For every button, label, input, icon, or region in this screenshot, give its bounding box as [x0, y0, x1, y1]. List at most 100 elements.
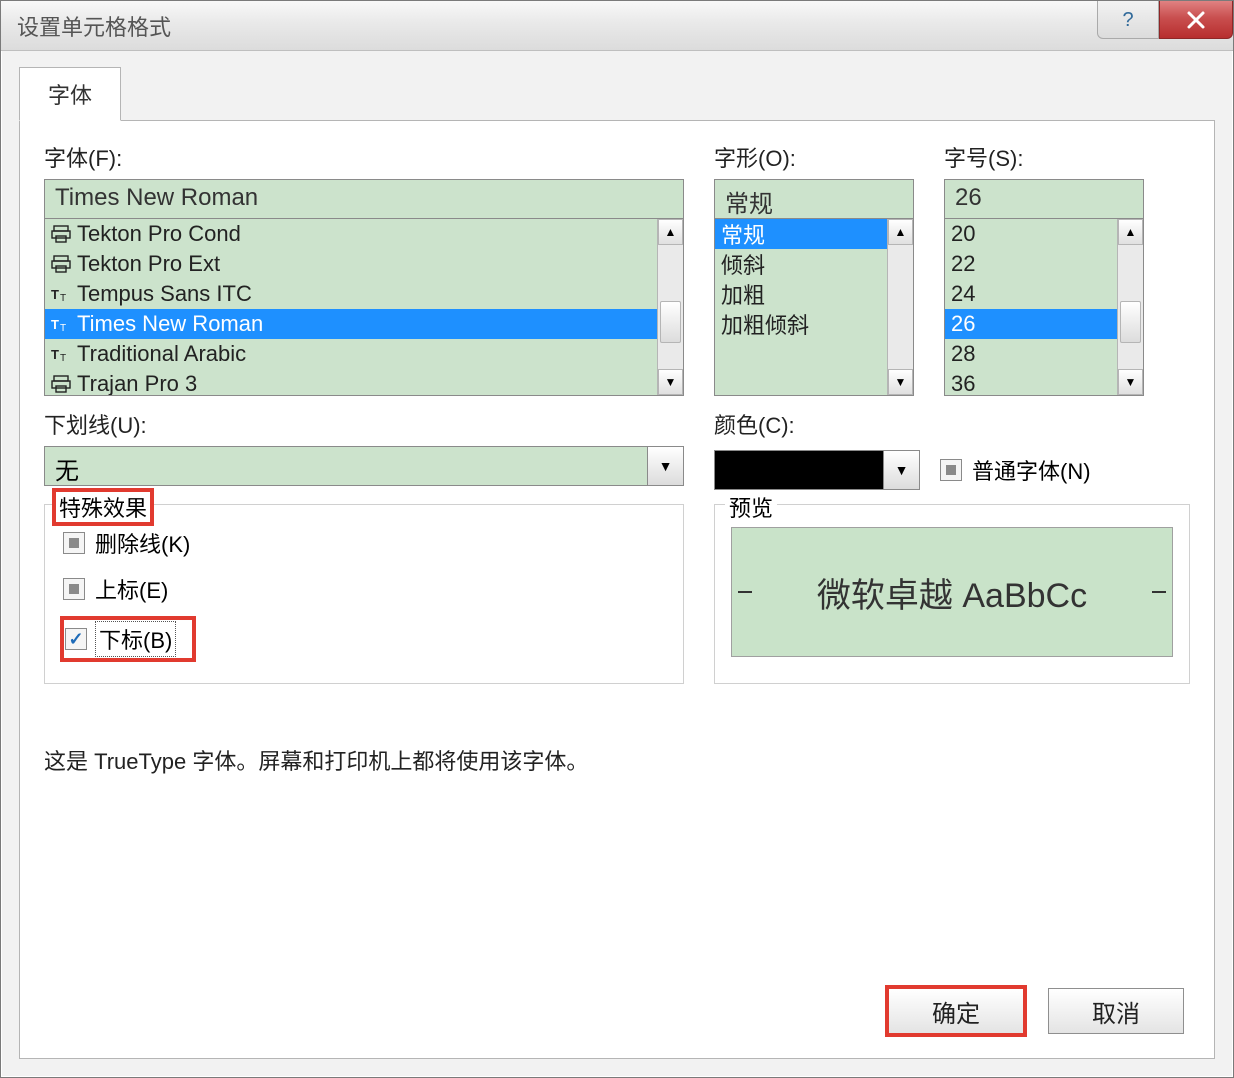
truetype-icon: TT — [51, 284, 71, 304]
list-item[interactable]: 加粗 — [715, 279, 887, 309]
list-item[interactable]: Tekton Pro Ext — [45, 249, 657, 279]
cancel-button[interactable]: 取消 — [1048, 988, 1184, 1034]
help-button[interactable]: ? — [1097, 1, 1159, 39]
scroll-thumb[interactable] — [660, 301, 681, 343]
subscript-checkbox[interactable]: 下标(B) — [63, 619, 193, 659]
preview-group: 预览 微软卓越 AaBbCc — [714, 504, 1190, 684]
font-input[interactable]: Times New Roman — [44, 179, 684, 219]
color-column: 颜色(C): ▼ 普通字体(N) — [714, 408, 1190, 490]
printer-icon — [51, 254, 71, 274]
list-item[interactable]: 28 — [945, 339, 1117, 369]
normal-font-label: 普通字体(N) — [972, 454, 1091, 486]
size-scrollbar[interactable]: ▲ ▼ — [1117, 219, 1143, 395]
font-scrollbar[interactable]: ▲ ▼ — [657, 219, 683, 395]
checkbox-icon — [940, 459, 962, 481]
svg-text:T: T — [60, 293, 66, 303]
list-item[interactable]: Tekton Pro Cond — [45, 219, 657, 249]
list-item[interactable]: 倾斜 — [715, 249, 887, 279]
list-item-label: 加粗倾斜 — [721, 308, 809, 340]
scroll-up-icon[interactable]: ▲ — [888, 219, 913, 245]
list-item-label: 26 — [951, 311, 975, 337]
scroll-down-icon[interactable]: ▼ — [888, 369, 913, 395]
checkbox-icon — [63, 532, 85, 554]
tabstrip: 字体 — [19, 67, 1215, 121]
button-row: 确定 取消 — [44, 988, 1190, 1038]
superscript-checkbox[interactable]: 上标(E) — [63, 573, 669, 605]
svg-text:T: T — [51, 317, 59, 332]
scroll-up-icon[interactable]: ▲ — [1118, 219, 1143, 245]
close-button[interactable] — [1159, 1, 1233, 39]
strikethrough-checkbox[interactable]: 删除线(K) — [63, 527, 669, 559]
list-item-label: Tempus Sans ITC — [77, 281, 252, 307]
subscript-label: 下标(B) — [97, 623, 174, 655]
svg-text:T: T — [51, 287, 59, 302]
list-item[interactable]: 36 — [945, 369, 1117, 395]
close-icon — [1185, 9, 1207, 31]
svg-text:T: T — [51, 347, 59, 362]
scroll-up-icon[interactable]: ▲ — [658, 219, 683, 245]
row-underline-color: 下划线(U): 无 ▼ 颜色(C): ▼ — [44, 408, 1190, 490]
list-item[interactable]: 常规 — [715, 219, 887, 249]
size-label: 字号(S): — [944, 141, 1144, 173]
svg-text:?: ? — [1122, 9, 1133, 31]
window-title: 设置单元格格式 — [17, 10, 171, 42]
font-listbox[interactable]: Tekton Pro CondTekton Pro ExtTTTempus Sa… — [44, 218, 684, 396]
list-item-label: 28 — [951, 341, 975, 367]
list-item[interactable]: 20 — [945, 219, 1117, 249]
list-item[interactable]: 24 — [945, 279, 1117, 309]
preview-box: 微软卓越 AaBbCc — [731, 527, 1173, 657]
truetype-icon: TT — [51, 314, 71, 334]
list-item-label: Times New Roman — [77, 311, 263, 337]
underline-combo[interactable]: 无 ▼ — [44, 446, 684, 486]
style-input[interactable]: 常规 — [714, 179, 914, 219]
style-label: 字形(O): — [714, 141, 914, 173]
tab-font[interactable]: 字体 — [19, 67, 121, 121]
underline-label: 下划线(U): — [44, 408, 684, 440]
list-item-label: Trajan Pro 3 — [77, 371, 197, 395]
dropdown-icon[interactable]: ▼ — [647, 447, 683, 485]
font-label: 字体(F): — [44, 141, 684, 173]
scroll-down-icon[interactable]: ▼ — [658, 369, 683, 395]
list-item-label: Traditional Arabic — [77, 341, 246, 367]
preview-title: 预览 — [725, 491, 777, 523]
svg-text:T: T — [60, 353, 66, 363]
dialog-body: 字体(F): Times New Roman Tekton Pro CondTe… — [19, 120, 1215, 1059]
dialog-content: 字体 字体(F): Times New Roman Tekton Pro Con… — [1, 51, 1233, 1077]
dialog-window: 设置单元格格式 ? 字体 字体(F): Times New Roman Tekt… — [0, 0, 1234, 1078]
svg-text:T: T — [60, 323, 66, 333]
underline-column: 下划线(U): 无 ▼ — [44, 408, 684, 490]
style-listbox[interactable]: 常规倾斜加粗加粗倾斜 ▲ ▼ — [714, 218, 914, 396]
list-item-label: 22 — [951, 251, 975, 277]
list-item[interactable]: TT Times New Roman — [45, 309, 657, 339]
ok-button[interactable]: 确定 — [888, 988, 1024, 1034]
size-listbox[interactable]: 20 222426 28 36 ▲ ▼ — [944, 218, 1144, 396]
size-input[interactable]: 26 — [944, 179, 1144, 219]
list-item-label: Tekton Pro Ext — [77, 251, 220, 277]
list-item[interactable]: Trajan Pro 3 — [45, 369, 657, 395]
printer-icon — [51, 374, 71, 394]
scroll-down-icon[interactable]: ▼ — [1118, 369, 1143, 395]
font-column: 字体(F): Times New Roman Tekton Pro CondTe… — [44, 141, 684, 396]
list-item-label: 20 — [951, 221, 975, 247]
list-item-label: 加粗 — [721, 278, 765, 310]
list-item[interactable]: 加粗倾斜 — [715, 309, 887, 339]
size-column: 字号(S): 26 202224262836 ▲ ▼ — [944, 141, 1144, 396]
window-controls: ? — [1097, 1, 1233, 50]
color-label: 颜色(C): — [714, 408, 1190, 440]
color-combo[interactable]: ▼ — [714, 450, 920, 490]
list-item-label: 36 — [951, 371, 975, 395]
style-scrollbar[interactable]: ▲ ▼ — [887, 219, 913, 395]
list-item[interactable]: TT Tempus Sans ITC — [45, 279, 657, 309]
normal-font-checkbox[interactable]: 普通字体(N) — [940, 454, 1091, 486]
row-effects-preview: 特殊效果 删除线(K) 上标(E) 下标(B) — [44, 504, 1190, 684]
list-item[interactable]: TT Traditional Arabic — [45, 339, 657, 369]
titlebar: 设置单元格格式 ? — [1, 1, 1233, 51]
preview-text: 微软卓越 AaBbCc — [817, 568, 1087, 617]
list-item[interactable]: 26 — [945, 309, 1117, 339]
list-item[interactable]: 22 — [945, 249, 1117, 279]
printer-icon — [51, 224, 71, 244]
help-icon: ? — [1118, 9, 1138, 31]
dropdown-icon[interactable]: ▼ — [883, 451, 919, 489]
list-item-label: 倾斜 — [721, 248, 765, 280]
scroll-thumb[interactable] — [1120, 301, 1141, 343]
